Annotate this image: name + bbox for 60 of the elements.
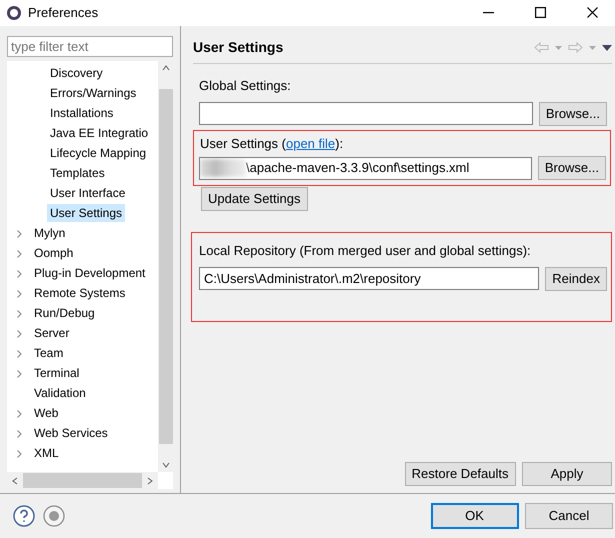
tree-item[interactable]: Errors/Warnings	[47, 84, 140, 102]
filter-field[interactable]: type filter text	[7, 36, 173, 57]
help-icon[interactable]	[13, 505, 35, 527]
horizontal-scrollbar[interactable]	[7, 472, 158, 489]
tree-item[interactable]: Oomph	[31, 244, 76, 262]
minimize-icon[interactable]	[482, 12, 494, 14]
tree-item[interactable]: User Settings	[47, 204, 126, 222]
tree-item[interactable]: Mylyn	[31, 224, 68, 242]
browse-button[interactable]: Browse...	[538, 156, 606, 180]
expand-icon[interactable]	[16, 450, 22, 458]
tree-item[interactable]: User Interface	[47, 184, 128, 202]
reindex-button[interactable]: Reindex	[545, 266, 607, 290]
expand-icon[interactable]	[16, 350, 22, 358]
tree-item[interactable]: Discovery	[47, 64, 106, 82]
expand-icon[interactable]	[16, 290, 22, 298]
tree-item[interactable]: Plug-in Development	[31, 264, 148, 282]
expand-icon[interactable]	[16, 370, 22, 378]
app-icon	[6, 5, 22, 21]
restore-defaults-button[interactable]: Restore Defaults	[404, 462, 516, 486]
window-title: Preferences	[28, 5, 98, 20]
tree-item[interactable]: Terminal	[31, 364, 82, 382]
tree-item[interactable]: Web	[31, 404, 62, 422]
tree-item[interactable]: Java EE Integratio	[47, 124, 152, 142]
expand-icon[interactable]	[16, 430, 22, 438]
view-menu-icon[interactable]	[602, 44, 612, 50]
expand-icon[interactable]	[16, 410, 22, 418]
vertical-scrollbar[interactable]	[158, 61, 173, 472]
open-file-link[interactable]: open file	[286, 136, 336, 150]
apply-button[interactable]: Apply	[522, 462, 612, 486]
expand-icon[interactable]	[16, 270, 22, 278]
update-settings-button[interactable]: Update Settings	[201, 187, 308, 211]
expand-icon[interactable]	[16, 330, 22, 338]
tree-item[interactable]: Team	[31, 344, 66, 362]
tree-item[interactable]: Validation	[31, 384, 89, 402]
tree-item[interactable]: Installations	[47, 104, 116, 122]
browse-button[interactable]: Browse...	[538, 102, 607, 126]
expand-icon[interactable]	[16, 230, 22, 238]
tree-item[interactable]: Web Services	[31, 424, 111, 442]
close-icon[interactable]	[586, 7, 598, 18]
field-label: User Settings (open file):	[200, 136, 344, 150]
dropdown-icon[interactable]	[555, 46, 562, 50]
ok-button[interactable]: OK	[430, 503, 518, 529]
expand-icon[interactable]	[16, 310, 22, 318]
tree-item[interactable]: Remote Systems	[31, 284, 128, 302]
page-title: User Settings	[193, 39, 284, 55]
tree-item[interactable]: Run/Debug	[31, 304, 98, 322]
user-settings-field[interactable]: \apache-maven-3.3.9\conf\settings.xml	[199, 156, 532, 180]
tree-item[interactable]: Server	[31, 324, 72, 342]
local-repository-field[interactable]: C:\Users\Administrator\.m2\repository	[199, 267, 540, 290]
field-label: Global Settings:	[199, 78, 291, 93]
maximize-icon[interactable]	[534, 7, 546, 18]
tree-item[interactable]: Templates	[47, 164, 108, 182]
tree-item[interactable]: Lifecycle Mapping	[47, 144, 150, 162]
dropdown-icon[interactable]	[589, 46, 596, 50]
record-icon[interactable]	[43, 505, 65, 527]
tree-item[interactable]: XML	[31, 444, 62, 462]
global-settings-field[interactable]	[199, 102, 533, 125]
field-label: Local Repository (From merged user and global settings):	[199, 243, 531, 258]
expand-icon[interactable]	[16, 250, 22, 258]
cancel-button[interactable]: Cancel	[525, 503, 613, 529]
